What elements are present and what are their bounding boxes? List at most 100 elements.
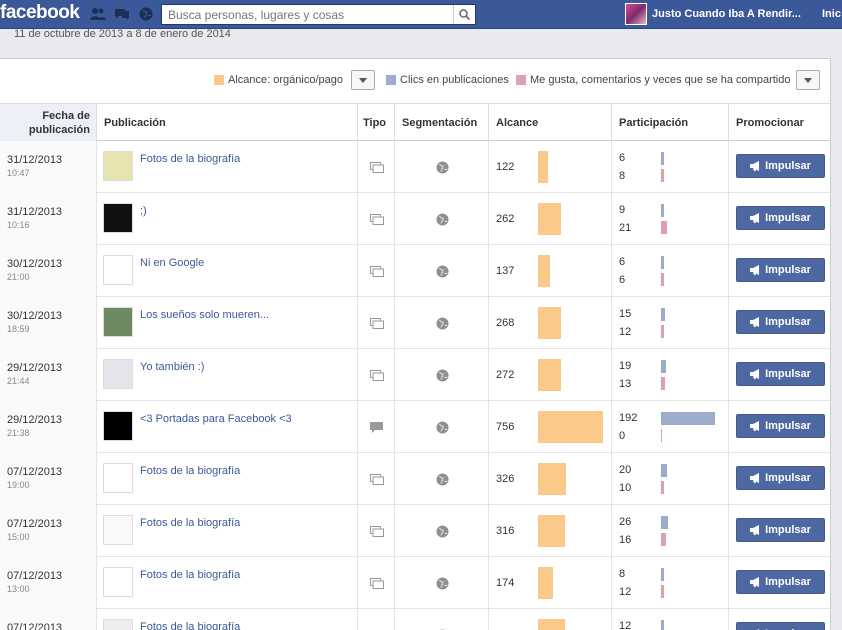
reach-bar <box>538 515 565 547</box>
engagement-dropdown[interactable] <box>796 70 820 90</box>
boost-button[interactable]: Impulsar <box>736 414 825 438</box>
globe-icon[interactable] <box>395 297 489 349</box>
post-date: 31/12/2013 <box>7 206 63 218</box>
post-title-link[interactable]: Los sueños solo mueren... <box>140 309 269 321</box>
boost-button[interactable]: Impulsar <box>736 206 825 230</box>
home-link[interactable]: Inic <box>822 8 841 20</box>
likes-swatch <box>516 75 526 85</box>
globe-icon[interactable] <box>395 193 489 245</box>
publication-cell: Los sueños solo mueren... <box>96 297 357 349</box>
likes-value: 21 <box>619 222 632 234</box>
facebook-logo[interactable]: facebook <box>0 2 80 24</box>
globe-icon[interactable] <box>395 453 489 505</box>
table-row: 30/12/2013 18:59 Los sueños solo mueren...… <box>0 297 830 349</box>
publication-cell: Fotos de la biografía <box>96 557 357 609</box>
clicks-bar <box>661 152 664 165</box>
boost-button[interactable]: Impulsar <box>736 154 825 178</box>
globe-icon[interactable] <box>395 349 489 401</box>
reach-cell: 272 <box>488 349 611 401</box>
avatar[interactable] <box>625 3 647 25</box>
post-date: 07/12/2013 <box>7 622 63 630</box>
globe-icon[interactable] <box>395 245 489 297</box>
friend-requests-icon[interactable] <box>90 7 106 21</box>
boost-button[interactable]: Impulsar <box>736 518 825 542</box>
table-header: Fecha de publicación Publicación Tipo Se… <box>0 103 830 141</box>
album-icon <box>358 141 395 193</box>
post-thumbnail[interactable] <box>103 151 133 181</box>
insights-panel: Alcance: orgánico/pago Clics en publicac… <box>0 58 831 630</box>
globe-icon[interactable] <box>395 609 489 630</box>
megaphone-icon <box>750 161 760 171</box>
reach-value: 326 <box>496 473 515 485</box>
segmentation-cell <box>394 505 488 557</box>
segmentation-cell <box>394 453 488 505</box>
post-thumbnail[interactable] <box>103 411 133 441</box>
boost-label: Impulsar <box>765 420 811 432</box>
boost-button[interactable]: Impulsar <box>736 310 825 334</box>
globe-icon[interactable] <box>395 505 489 557</box>
reach-cell: 137 <box>488 245 611 297</box>
engagement-cell: 68 <box>611 141 728 193</box>
boost-button[interactable]: Impulsar <box>736 622 825 630</box>
post-title-link[interactable]: Fotos de la biografía <box>140 569 240 581</box>
boost-button[interactable]: Impulsar <box>736 466 825 490</box>
reach-value: 174 <box>496 577 515 589</box>
album-icon <box>358 609 395 630</box>
reach-cell: 262 <box>488 193 611 245</box>
type-cell <box>357 141 394 193</box>
table-row: 07/12/2013 19:00 Fotos de la biografía 326 2… <box>0 453 830 505</box>
post-thumbnail[interactable] <box>103 307 133 337</box>
boost-button[interactable]: Impulsar <box>736 570 825 594</box>
messages-icon[interactable] <box>114 7 130 21</box>
post-thumbnail[interactable] <box>103 255 133 285</box>
likes-bar <box>661 533 666 546</box>
boost-button[interactable]: Impulsar <box>736 362 825 386</box>
boost-button[interactable]: Impulsar <box>736 258 825 282</box>
reach-swatch <box>214 75 224 85</box>
post-title-link[interactable]: Fotos de la biografía <box>140 621 240 630</box>
globe-icon[interactable] <box>395 557 489 609</box>
reach-cell: 326 <box>488 453 611 505</box>
post-thumbnail[interactable] <box>103 619 133 630</box>
megaphone-icon <box>750 213 760 223</box>
post-title-link[interactable]: ;) <box>140 205 147 217</box>
col-date[interactable]: Fecha de publicación <box>0 104 96 141</box>
chevron-down-icon <box>359 77 367 83</box>
post-time: 21:00 <box>7 272 30 282</box>
search-input[interactable] <box>162 5 453 24</box>
notifications-globe-icon[interactable] <box>138 7 154 21</box>
globe-icon[interactable] <box>395 401 489 453</box>
publication-cell: <3 Portadas para Facebook <3 <box>96 401 357 453</box>
engagement-cell: 20 10 <box>611 453 728 505</box>
col-engagement[interactable]: Participación <box>611 104 728 141</box>
post-title-link[interactable]: <3 Portadas para Facebook <3 <box>140 413 292 425</box>
post-thumbnail[interactable] <box>103 359 133 389</box>
post-thumbnail[interactable] <box>103 567 133 597</box>
post-thumbnail[interactable] <box>103 463 133 493</box>
post-date: 30/12/2013 <box>7 258 63 270</box>
post-thumbnail[interactable] <box>103 203 133 233</box>
user-profile-link[interactable]: Justo Cuando Iba A Rendir... <box>625 3 801 25</box>
engagement-cell: 120 <box>611 609 728 630</box>
post-title-link[interactable]: Fotos de la biografía <box>140 465 240 477</box>
reach-bar <box>538 567 553 599</box>
reach-dropdown[interactable] <box>351 70 375 90</box>
post-title-link[interactable]: Fotos de la biografía <box>140 517 240 529</box>
col-reach[interactable]: Alcance <box>488 104 611 141</box>
date-cell: 07/12/2013 13:00 <box>0 557 96 609</box>
search-button[interactable] <box>453 5 475 24</box>
clicks-value: 6 <box>619 152 626 164</box>
post-title-link[interactable]: Yo también :) <box>140 361 204 373</box>
post-title-link[interactable]: Ni en Google <box>140 257 204 269</box>
date-cell: 30/12/2013 21:00 <box>0 245 96 297</box>
post-time: 21:38 <box>7 428 30 438</box>
type-cell <box>357 453 394 505</box>
post-thumbnail[interactable] <box>103 515 133 545</box>
user-name[interactable]: Justo Cuando Iba A Rendir... <box>652 8 801 20</box>
globe-icon[interactable] <box>395 141 489 193</box>
date-cell: 07/12/2013 19:00 <box>0 453 96 505</box>
table-row: 29/12/2013 21:38 <3 Portadas para Facebook… <box>0 401 830 453</box>
post-title-link[interactable]: Fotos de la biografía <box>140 153 240 165</box>
clicks-bar <box>661 308 665 321</box>
segmentation-cell <box>394 401 488 453</box>
